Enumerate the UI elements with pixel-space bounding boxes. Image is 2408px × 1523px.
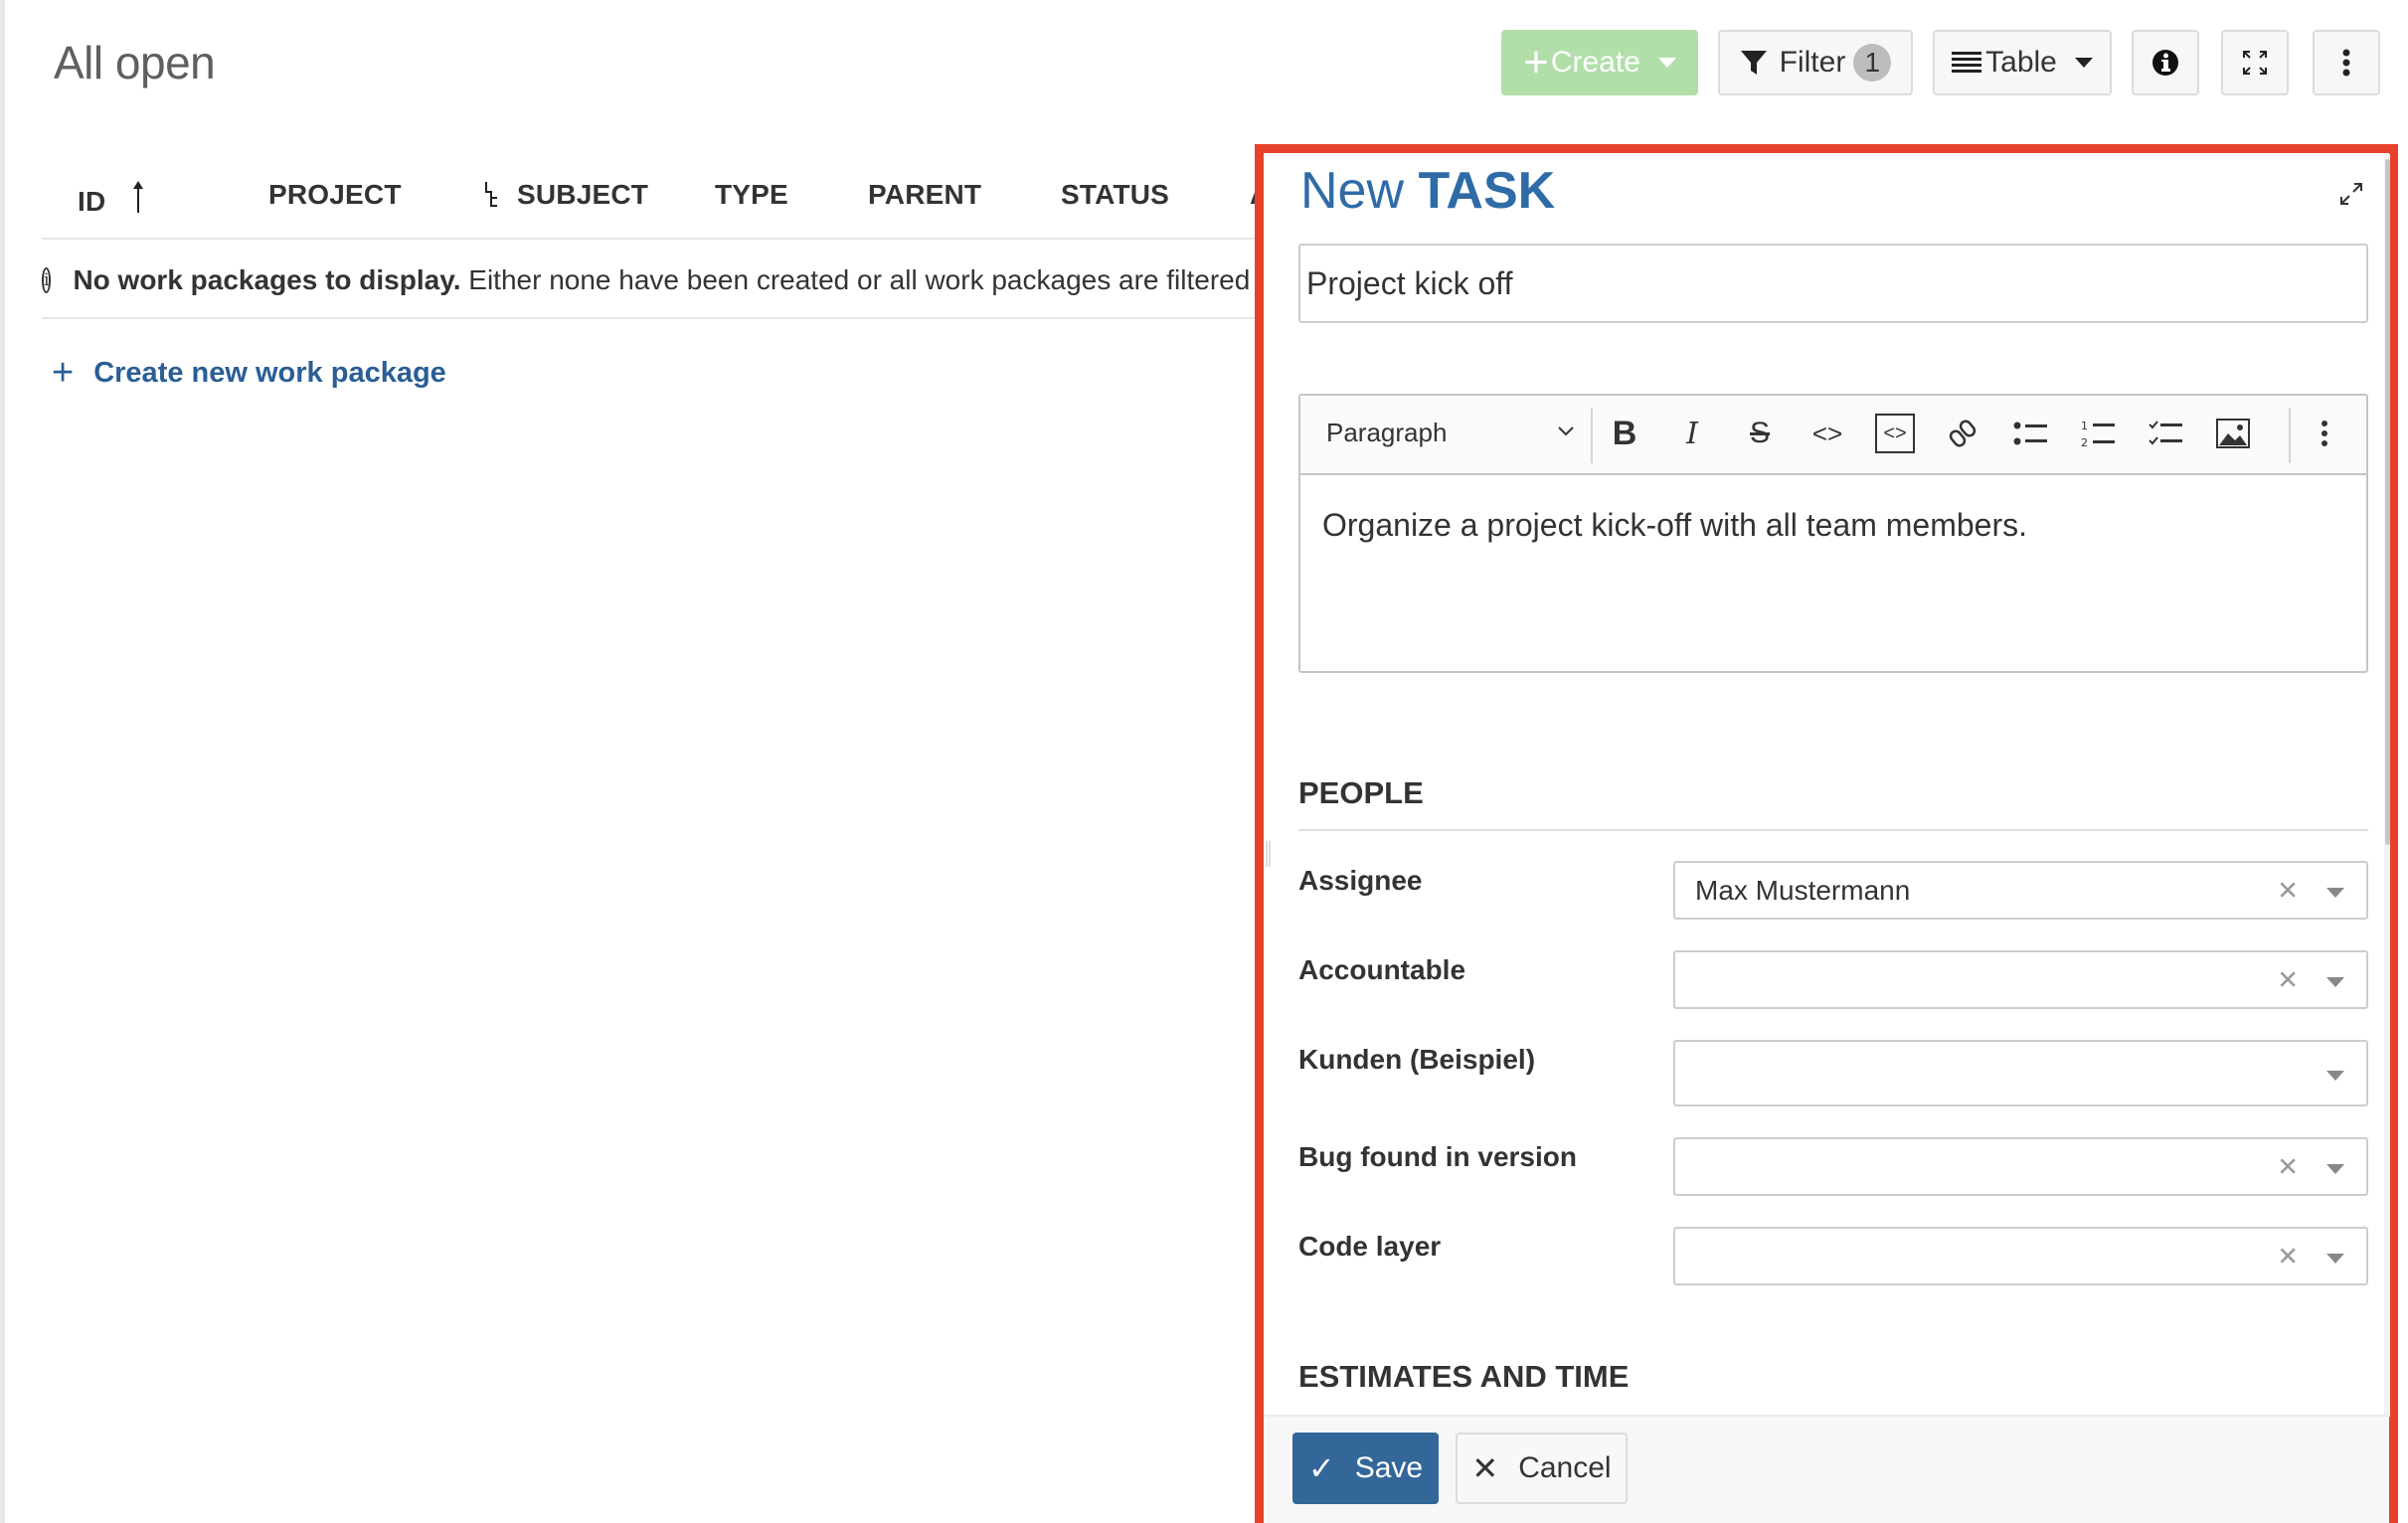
- numbered-list-icon[interactable]: 12: [2078, 414, 2118, 453]
- view-mode-button[interactable]: Table: [1933, 30, 2112, 95]
- clear-icon[interactable]: ✕: [2277, 964, 2299, 995]
- new-work-package-panel: [1255, 144, 2398, 1523]
- chevron-down-icon: [1558, 426, 1574, 436]
- plus-icon: +: [52, 352, 75, 394]
- empty-message-bold: No work packages to display.: [73, 264, 461, 295]
- toolbar-separator: [1591, 408, 1593, 463]
- work-package-type[interactable]: TASK: [1418, 162, 1555, 220]
- panel-scrollbar-thumb[interactable]: [2385, 159, 2390, 845]
- accountable-select[interactable]: ✕: [1673, 950, 2368, 1009]
- clear-icon[interactable]: ✕: [2277, 1151, 2299, 1182]
- clear-icon[interactable]: ✕: [2277, 1241, 2299, 1271]
- filter-button-label: Filter: [1779, 46, 1846, 79]
- column-header-type[interactable]: TYPE: [715, 179, 788, 211]
- column-header-label: SUBJECT: [516, 179, 649, 210]
- bug-found-in-version-select[interactable]: ✕: [1673, 1137, 2368, 1196]
- table-header-divider: [42, 238, 1255, 240]
- caret-down-icon: [2074, 58, 2093, 68]
- dropdown-arrow-icon[interactable]: [2326, 1163, 2344, 1174]
- sort-ascending-icon: [133, 181, 144, 213]
- create-button[interactable]: + Create: [1501, 30, 1698, 95]
- field-label-accountable: Accountable: [1298, 954, 1466, 985]
- code-icon[interactable]: <>: [1807, 414, 1847, 453]
- field-label-kunden: Kunden (Beispiel): [1298, 1044, 1536, 1075]
- info-button[interactable]: [2132, 30, 2199, 95]
- create-new-work-package-link[interactable]: + Create new work package: [52, 352, 446, 395]
- column-header-parent[interactable]: PARENT: [868, 179, 981, 211]
- svg-text:2: 2: [2081, 436, 2088, 448]
- view-mode-label: Table: [1985, 46, 2057, 79]
- page-left-border: [0, 0, 5, 1523]
- create-button-label: Create: [1550, 46, 1640, 79]
- more-menu-button[interactable]: [2313, 30, 2380, 95]
- filter-count-badge: 1: [1853, 44, 1892, 82]
- link-icon[interactable]: [1943, 414, 1982, 453]
- close-icon: ✕: [1471, 1450, 1499, 1486]
- editor-content[interactable]: Organize a project kick-off with all tea…: [1322, 507, 2027, 544]
- filter-icon: [1740, 51, 1767, 75]
- clear-icon[interactable]: ✕: [2277, 875, 2299, 906]
- assignee-value: Max Mustermann: [1695, 874, 1911, 906]
- field-label-assignee: Assignee: [1298, 865, 1423, 896]
- field-label-code-layer: Code layer: [1298, 1231, 1442, 1262]
- save-button[interactable]: ✓ Save: [1292, 1433, 1439, 1504]
- code-layer-select[interactable]: ✕: [1673, 1227, 2368, 1285]
- panel-title-prefix: New: [1300, 162, 1405, 220]
- block-format-dropdown[interactable]: Paragraph: [1326, 418, 1575, 448]
- plus-icon: +: [1523, 38, 1549, 86]
- page-title: All open: [54, 37, 216, 88]
- dropdown-arrow-icon[interactable]: [2326, 887, 2344, 898]
- caret-down-icon: [1657, 58, 1676, 68]
- table-divider: [42, 317, 1255, 319]
- dropdown-arrow-icon[interactable]: [2326, 1253, 2344, 1264]
- fullscreen-button[interactable]: [2221, 30, 2289, 95]
- italic-icon[interactable]: I: [1672, 414, 1712, 453]
- fullscreen-icon: [2243, 51, 2267, 75]
- section-heading-people: PEOPLE: [1298, 775, 1424, 810]
- info-icon: [2152, 50, 2178, 76]
- toolbar-separator: [2289, 408, 2291, 463]
- code-block-icon[interactable]: <>: [1875, 414, 1915, 453]
- more-vertical-icon[interactable]: [2305, 414, 2344, 453]
- empty-table-message: i No work packages to display. Either no…: [42, 264, 1255, 296]
- description-editor[interactable]: Paragraph B I S <> <> 12 Organize a proj: [1298, 394, 2368, 673]
- info-circle-icon: i: [42, 267, 52, 293]
- subject-input[interactable]: [1298, 244, 2368, 323]
- dropdown-arrow-icon[interactable]: [2326, 1070, 2344, 1081]
- todo-list-icon[interactable]: [2146, 414, 2185, 453]
- column-header-status[interactable]: STATUS: [1061, 179, 1169, 211]
- column-header-id[interactable]: ID: [78, 179, 145, 218]
- save-button-label: Save: [1354, 1451, 1424, 1484]
- panel-resize-handle[interactable]: [1266, 841, 1271, 867]
- more-vertical-icon: [2342, 49, 2350, 77]
- hierarchy-icon: [485, 182, 497, 207]
- block-format-label: Paragraph: [1326, 418, 1448, 447]
- table-icon: [1952, 52, 1982, 73]
- assignee-select[interactable]: Max Mustermann ✕: [1673, 861, 2368, 920]
- expand-icon[interactable]: [2338, 181, 2364, 214]
- dropdown-arrow-icon[interactable]: [2326, 976, 2344, 987]
- editor-toolbar: Paragraph B I S <> <> 12: [1300, 396, 2366, 475]
- column-header-project[interactable]: PROJECT: [268, 179, 402, 211]
- column-header-subject[interactable]: SUBJECT: [483, 179, 648, 211]
- panel-title: New TASK: [1300, 161, 1555, 221]
- section-divider: [1298, 829, 2368, 831]
- checkmark-icon: ✓: [1307, 1450, 1335, 1486]
- field-label-bug-found-in-version: Bug found in version: [1298, 1141, 1577, 1172]
- cancel-button-label: Cancel: [1518, 1451, 1612, 1484]
- create-link-label: Create new work package: [93, 357, 446, 389]
- kunden-select[interactable]: [1673, 1040, 2368, 1106]
- svg-text:1: 1: [2081, 420, 2088, 432]
- strikethrough-icon[interactable]: S: [1740, 414, 1780, 453]
- column-header-label: ID: [78, 186, 106, 217]
- bold-icon[interactable]: B: [1605, 414, 1644, 453]
- section-heading-estimates: ESTIMATES AND TIME: [1298, 1359, 1630, 1394]
- empty-message-text: Either none have been created or all wor…: [460, 264, 1255, 295]
- bulleted-list-icon[interactable]: [2010, 414, 2050, 453]
- filter-button[interactable]: Filter 1: [1718, 30, 1913, 95]
- image-icon[interactable]: [2213, 414, 2253, 453]
- cancel-button[interactable]: ✕ Cancel: [1456, 1433, 1628, 1504]
